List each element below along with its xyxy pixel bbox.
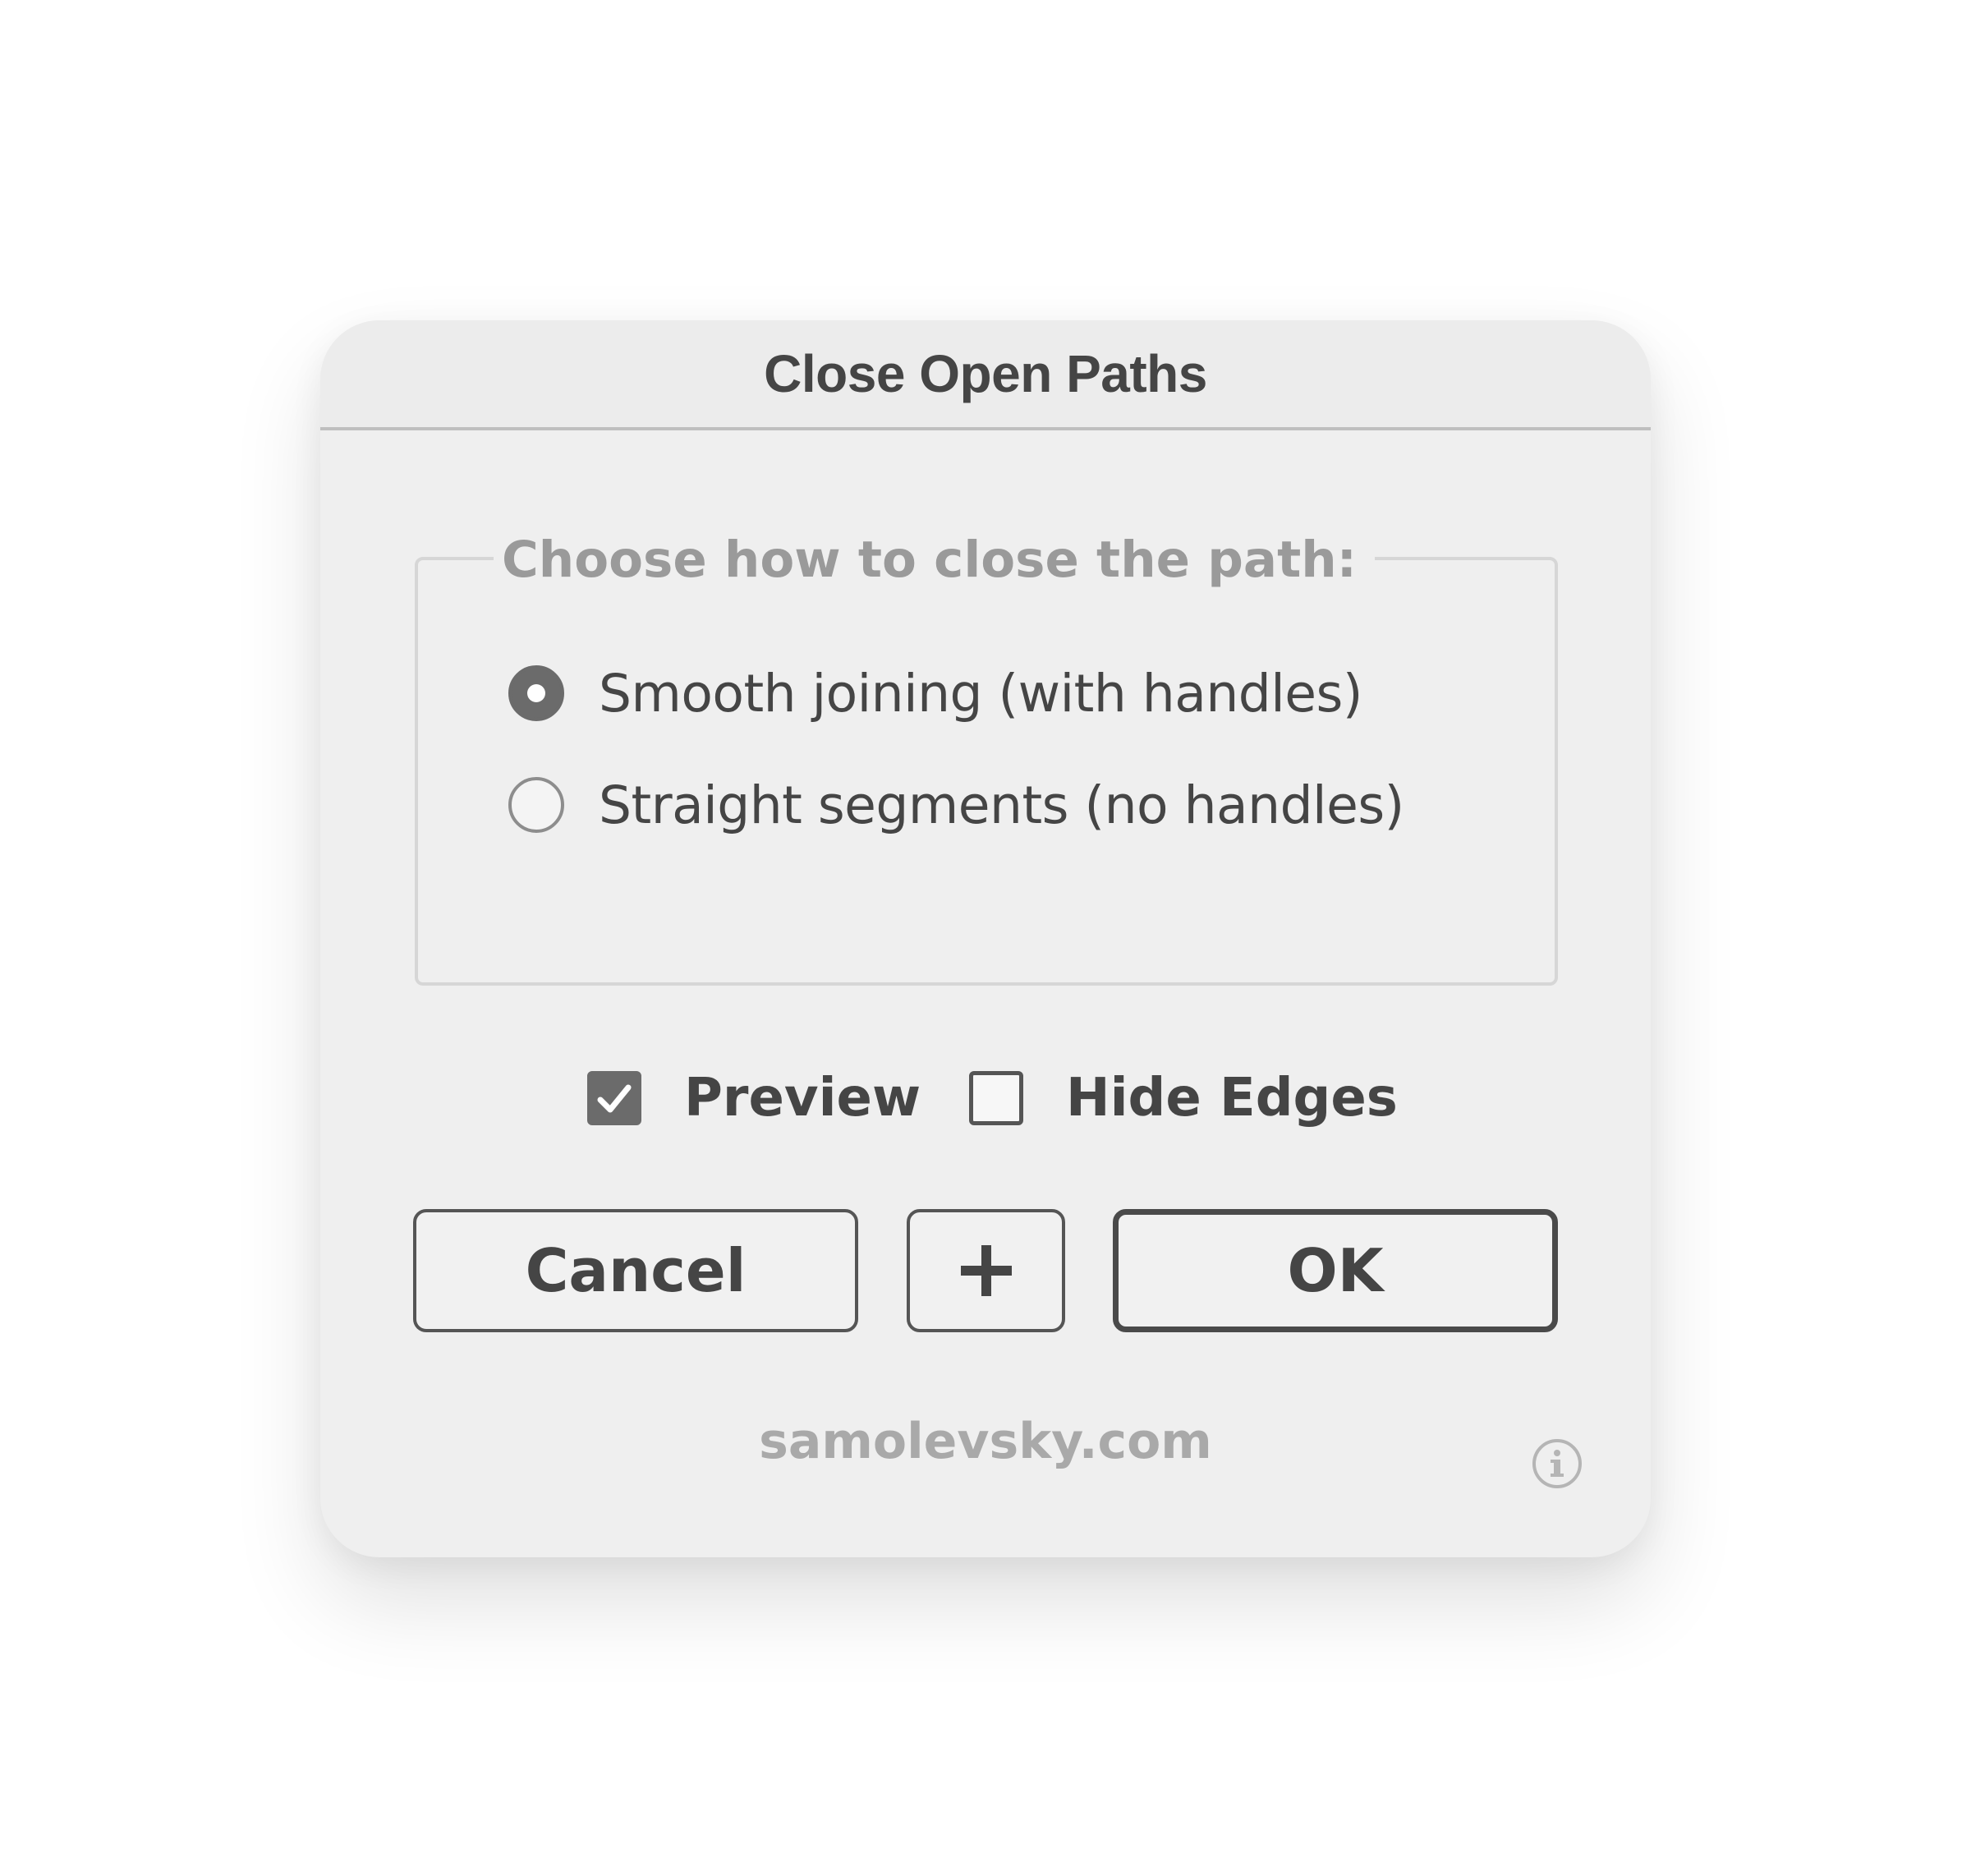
plus-icon bbox=[960, 1245, 1012, 1296]
group-legend: Choose how to close the path: bbox=[494, 519, 1376, 601]
radio-smooth-joining-label: Smooth joining (with handles) bbox=[599, 663, 1362, 724]
preview-checkbox-row[interactable]: Preview bbox=[587, 1061, 921, 1135]
preview-checkbox[interactable] bbox=[587, 1071, 641, 1125]
radio-button-unselected-icon[interactable] bbox=[508, 777, 564, 833]
radio-straight-segments[interactable]: Straight segments (no handles) bbox=[508, 768, 1404, 842]
hide-edges-checkbox-row[interactable]: Hide Edges bbox=[969, 1061, 1398, 1135]
ok-button[interactable]: OK bbox=[1113, 1209, 1558, 1332]
radio-straight-segments-label: Straight segments (no handles) bbox=[599, 775, 1404, 835]
hide-edges-label: Hide Edges bbox=[1066, 1068, 1398, 1129]
dialog-titlebar: Close Open Paths bbox=[320, 320, 1651, 430]
close-open-paths-dialog: Close Open Paths Choose how to close the… bbox=[320, 320, 1651, 1557]
cancel-button[interactable]: Cancel bbox=[413, 1209, 858, 1332]
radio-button-selected-icon[interactable] bbox=[508, 665, 564, 721]
close-method-group: Choose how to close the path: Smooth joi… bbox=[415, 519, 1558, 986]
add-button[interactable] bbox=[907, 1209, 1065, 1332]
dialog-title: Close Open Paths bbox=[764, 344, 1207, 403]
info-icon[interactable] bbox=[1531, 1437, 1583, 1490]
website-link[interactable]: samolevsky.com bbox=[320, 1413, 1651, 1470]
radio-smooth-joining[interactable]: Smooth joining (with handles) bbox=[508, 656, 1362, 730]
hide-edges-checkbox[interactable] bbox=[969, 1071, 1023, 1125]
preview-label: Preview bbox=[684, 1068, 921, 1129]
checkmark-icon bbox=[597, 1084, 632, 1113]
